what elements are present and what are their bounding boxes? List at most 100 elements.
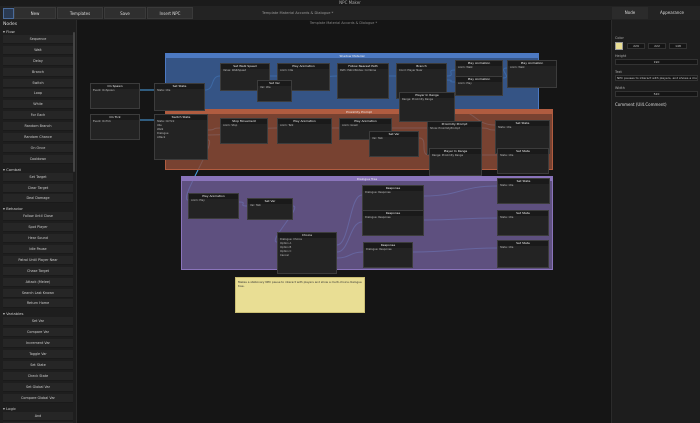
- save-button[interactable]: Save: [104, 7, 146, 19]
- palette-item[interactable]: Clear Target: [3, 183, 73, 193]
- graph-node[interactable]: Player In Range Range: Proximity Range: [429, 148, 482, 176]
- comment-node[interactable]: Makes a stationary NPC pause to interact…: [235, 277, 365, 313]
- palette-item[interactable]: Hear Sound: [3, 234, 73, 244]
- palette-item[interactable]: On Once: [3, 143, 73, 153]
- node-property: Anim: Stop: [223, 124, 238, 127]
- palette-item[interactable]: For Each: [3, 111, 73, 121]
- graph-node[interactable]: Play Animation Anim: Play: [188, 193, 239, 219]
- node-property: State: Idle: [500, 184, 514, 187]
- tab-node[interactable]: Node: [612, 7, 648, 19]
- palette-item[interactable]: Follow Until Close: [3, 212, 73, 222]
- palette-scrollbar[interactable]: [73, 32, 75, 172]
- graph-node[interactable]: Set State State: Idle: [497, 148, 549, 174]
- graph-node[interactable]: Response Dialogue: Response: [363, 242, 413, 268]
- node-property: Dialogue: Response: [366, 248, 392, 251]
- graph-node[interactable]: Set State State: Idle: [497, 240, 549, 268]
- palette-item[interactable]: Chase Target: [3, 266, 73, 276]
- node-palette: Nodes ▾ Flow Sequence Wait Delay Branch Switc…: [0, 20, 77, 423]
- palette-item[interactable]: Random Chance: [3, 133, 73, 143]
- graph-node[interactable]: Set State State: Idle: [497, 178, 550, 204]
- palette-item[interactable]: Search Last Known: [3, 288, 73, 298]
- insert-npc-button[interactable]: Insert NPC: [147, 7, 193, 19]
- node-property: State: Idle: [498, 126, 512, 129]
- node-property: Range: Proximity Range: [432, 154, 464, 157]
- palette-item[interactable]: Sequence: [3, 35, 73, 44]
- graph-node[interactable]: Set Var Var: Talk: [247, 198, 293, 220]
- new-button[interactable]: New: [14, 7, 56, 19]
- graph-node[interactable]: Response Dialogue: Response: [362, 185, 424, 213]
- templates-button[interactable]: Templates: [57, 7, 103, 19]
- palette-item[interactable]: Return Home: [3, 299, 73, 309]
- palette-item[interactable]: Deal Damage: [3, 194, 73, 204]
- color-swatch[interactable]: [615, 42, 623, 50]
- palette-item[interactable]: While: [3, 100, 73, 110]
- palette-item[interactable]: Idle Pause: [3, 245, 73, 255]
- template-info: Template Material Accords & Dialogue *: [262, 11, 334, 15]
- node-property: Path: PatrolNodes: Combine: [340, 69, 377, 72]
- comment-text: Makes a stationary NPC pause to interact…: [238, 280, 362, 288]
- graph-node[interactable]: Player In Range Range: Proximity Range: [399, 92, 455, 122]
- palette-item[interactable]: Set Target: [3, 172, 73, 182]
- graph-node[interactable]: Play Animation Anim: Walk: [507, 60, 557, 88]
- palette-section[interactable]: ▾ Logic: [0, 405, 76, 412]
- node-canvas[interactable]: Template Material Accords & Dialogue * S…: [77, 20, 610, 423]
- palette-item[interactable]: Switch: [3, 78, 73, 88]
- graph-node[interactable]: Switch State State: OnTick Idle Walk Dialogu…: [154, 114, 208, 160]
- palette-item[interactable]: Loop: [3, 89, 73, 99]
- node-property: Anim: Walk: [458, 66, 473, 69]
- palette-item[interactable]: Set Var: [3, 317, 73, 327]
- node-property: State: Idle: [157, 89, 171, 92]
- graph-node[interactable]: On Tick Event: OnTick: [90, 114, 140, 140]
- green-field[interactable]: 222: [648, 43, 666, 49]
- palette-section[interactable]: ▾ Behavior: [0, 205, 76, 212]
- palette-item[interactable]: Increment Var: [3, 339, 73, 349]
- text-field[interactable]: NPC pauses to interact with players, and…: [615, 75, 698, 81]
- group-title: Shadow Material: [166, 54, 538, 58]
- node-property: Var: Talk: [250, 204, 261, 207]
- graph-node[interactable]: Play Animation Anim: Play: [455, 76, 503, 96]
- graph-node[interactable]: Choice Dialogue: Choice Option A Option B Op…: [277, 232, 337, 274]
- node-property: Anim: Play: [191, 199, 205, 202]
- palette-item[interactable]: Random Branch: [3, 122, 73, 132]
- graph-node[interactable]: Set State State: Idle: [497, 210, 549, 236]
- node-property: Anim: Greet: [342, 124, 358, 127]
- palette-item[interactable]: Spot Player: [3, 223, 73, 233]
- red-field[interactable]: 229: [627, 43, 645, 49]
- tab-appearance[interactable]: Appearance: [650, 7, 694, 19]
- palette-item[interactable]: Cooldown: [3, 154, 73, 164]
- palette-item[interactable]: Branch: [3, 67, 73, 77]
- palette-item[interactable]: Compare Var: [3, 328, 73, 338]
- graph-node[interactable]: On Spawn Event: OnSpawn: [90, 83, 140, 109]
- node-property: Var: Idle: [260, 86, 271, 89]
- palette-item[interactable]: Set State: [3, 360, 73, 370]
- palette-item[interactable]: Set Global Var: [3, 382, 73, 392]
- node-property: Event: OnTick: [93, 120, 111, 123]
- palette-section[interactable]: ▾ Combat: [0, 166, 76, 173]
- palette-item[interactable]: And: [3, 411, 73, 421]
- palette-section[interactable]: ▾ Variables: [0, 310, 76, 317]
- group-title: Proximity Prompt: [166, 110, 552, 114]
- palette-section[interactable]: ▾ Flow: [0, 28, 76, 35]
- palette-item[interactable]: Compare Global Var: [3, 393, 73, 403]
- palette-item[interactable]: Attack (Melee): [3, 277, 73, 287]
- palette-item[interactable]: Delay: [3, 56, 73, 66]
- node-property: Anim: Play: [458, 82, 472, 85]
- node-property: Var: Talk: [372, 137, 383, 140]
- palette-item[interactable]: Toggle Var: [3, 350, 73, 360]
- node-property: Attack: [157, 136, 166, 139]
- graph-node[interactable]: Set Var Var: Idle: [257, 80, 292, 102]
- height-field[interactable]: 190: [615, 59, 698, 65]
- graph-node[interactable]: Stop Movement Anim: Stop: [220, 118, 268, 144]
- palette-item[interactable]: Check State: [3, 371, 73, 381]
- graph-node[interactable]: Play Animation Anim: Talk: [277, 118, 332, 144]
- node-property: Anim: Talk: [280, 124, 294, 127]
- blue-field[interactable]: 148: [669, 43, 687, 49]
- height-label: Height: [615, 54, 627, 58]
- graph-node[interactable]: Follow Nearest Path Path: PatrolNodes: Co…: [337, 63, 389, 99]
- palette-item[interactable]: Wait: [3, 45, 73, 55]
- width-field[interactable]: 520: [615, 91, 698, 97]
- graph-node[interactable]: Set State State: Idle: [154, 83, 205, 111]
- palette-item[interactable]: Patrol Until Player Near: [3, 255, 73, 265]
- graph-node[interactable]: Set Var Var: Talk: [369, 131, 419, 157]
- graph-node[interactable]: Response Dialogue: Response: [362, 210, 424, 236]
